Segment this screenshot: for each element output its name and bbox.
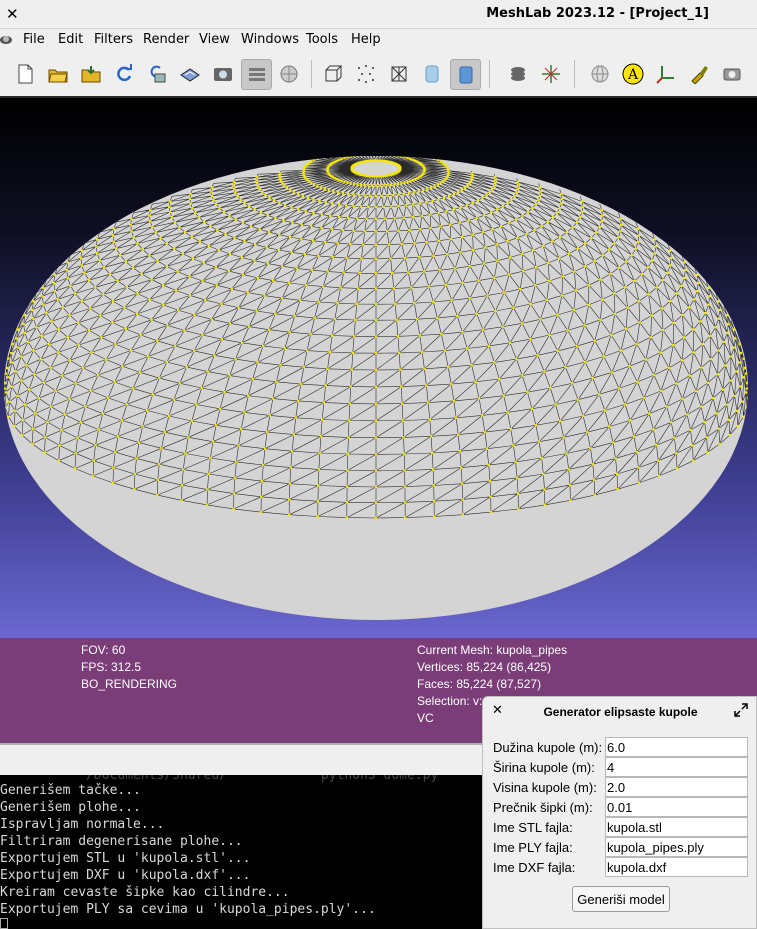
height-input[interactable] — [605, 777, 748, 797]
bounding-box-icon[interactable] — [318, 59, 349, 90]
console-line: Generišem tačke... — [0, 783, 141, 798]
menu-help[interactable]: Help — [351, 32, 381, 47]
current-mesh-readout: Current Mesh: kupola_pipes — [417, 643, 568, 657]
dxf-file-label: Ime DXF fajla: — [493, 860, 576, 875]
annotation-icon[interactable]: A — [618, 59, 649, 90]
menu-file[interactable]: File — [23, 32, 45, 47]
meshlab-logo-icon — [0, 36, 12, 44]
3d-viewport[interactable] — [0, 98, 757, 638]
align-icon[interactable] — [536, 59, 567, 90]
reload-icon[interactable] — [109, 59, 140, 90]
menu-render[interactable]: Render — [143, 32, 189, 47]
console-line: Exportujem STL u 'kupola.stl'... — [0, 851, 251, 866]
wireframe-icon[interactable] — [384, 59, 415, 90]
faces-readout: Faces: 85,224 (87,527) — [417, 677, 542, 691]
dome-generator-dialog: ✕ Generator elipsaste kupole Dužina kupo… — [482, 696, 757, 929]
python-console[interactable]: /Documents/Shared/ python3 dome.py Gener… — [0, 775, 482, 929]
length-row: Dužina kupole (m): — [493, 737, 753, 757]
vertex-color-readout: VC — [417, 711, 434, 725]
menu-tools[interactable]: Tools — [306, 32, 338, 47]
open-folder-icon[interactable] — [43, 59, 74, 90]
console-line: Generišem plohe... — [0, 800, 141, 815]
menu-edit[interactable]: Edit — [58, 32, 83, 47]
stl-file-input[interactable] — [605, 817, 748, 837]
flat-shading-icon[interactable] — [417, 59, 448, 90]
menu-filters[interactable]: Filters — [94, 32, 133, 47]
rod-diameter-row: Prečnik šipki (m): — [493, 797, 753, 817]
mesh-stack-icon[interactable] — [503, 59, 534, 90]
height-row: Visina kupole (m): — [493, 777, 753, 797]
console-line: Exportujem PLY sa cevima u 'kupola_pipes… — [0, 902, 376, 917]
toolbar-separator — [489, 60, 490, 88]
stl-file-row: Ime STL fajla: — [493, 817, 753, 837]
fps-readout: FPS: 312.5 — [81, 660, 142, 674]
dialog-title: Generator elipsaste kupole — [543, 705, 698, 719]
raster-icon[interactable] — [274, 59, 305, 90]
layers-icon[interactable] — [241, 59, 272, 90]
new-document-icon[interactable] — [10, 59, 41, 90]
paint-icon[interactable] — [684, 59, 715, 90]
fov-readout: FOV: 60 — [81, 643, 126, 657]
generate-model-button[interactable]: Generiši model — [572, 886, 670, 912]
menu-windows[interactable]: Windows — [241, 32, 299, 47]
vertices-readout: Vertices: 85,224 (86,425) — [417, 660, 552, 674]
axes-icon[interactable] — [651, 59, 682, 90]
ply-file-label: Ime PLY fajla: — [493, 840, 573, 855]
sphere-icon[interactable] — [585, 59, 616, 90]
dome-mesh[interactable] — [0, 98, 757, 638]
svg-text:A: A — [627, 67, 639, 83]
menu-view[interactable]: View — [199, 32, 230, 47]
ply-file-input[interactable] — [605, 837, 748, 857]
length-label: Dužina kupole (m): — [493, 740, 603, 755]
ply-file-row: Ime PLY fajla: — [493, 837, 753, 857]
menu-bar: File Edit Filters Render View Windows To… — [0, 29, 757, 52]
import-folder-icon[interactable] — [76, 59, 107, 90]
dxf-file-row: Ime DXF fajla: — [493, 857, 753, 877]
console-line: Kreiram cevaste šipke kao cilindre... — [0, 885, 290, 900]
console-cursor — [0, 918, 8, 929]
rod-diameter-input[interactable] — [605, 797, 748, 817]
camera-align-icon[interactable] — [717, 59, 748, 90]
window-title: MeshLab 2023.12 - [Project_1] — [486, 6, 709, 21]
height-label: Visina kupole (m): — [493, 780, 597, 795]
width-input[interactable] — [605, 757, 748, 777]
console-line: Filtriram degenerisane plohe... — [0, 834, 243, 849]
title-bar: ✕ MeshLab 2023.12 - [Project_1] — [0, 0, 757, 29]
expand-icon[interactable] — [734, 703, 748, 717]
width-label: Širina kupole (m): — [493, 760, 595, 775]
window-close-icon[interactable]: ✕ — [6, 5, 19, 23]
rod-diameter-label: Prečnik šipki (m): — [493, 800, 593, 815]
snapshot-icon[interactable] — [208, 59, 239, 90]
selection-readout: Selection: v: — [417, 694, 483, 708]
width-row: Širina kupole (m): — [493, 757, 753, 777]
stl-file-label: Ime STL fajla: — [493, 820, 573, 835]
console-line: Ispravljam normale... — [0, 817, 165, 832]
toolbar-separator — [574, 60, 575, 88]
console-line: Exportujem DXF u 'kupola.dxf'... — [0, 868, 251, 883]
render-mode-readout: BO_RENDERING — [81, 677, 178, 691]
length-input[interactable] — [605, 737, 748, 757]
toolbar-separator — [311, 60, 312, 88]
export-mesh-icon[interactable] — [175, 59, 206, 90]
reload-all-icon[interactable] — [142, 59, 173, 90]
points-icon[interactable] — [351, 59, 382, 90]
toolbar: A — [0, 52, 757, 98]
smooth-shading-icon[interactable] — [450, 59, 481, 90]
dxf-file-input[interactable] — [605, 857, 748, 877]
